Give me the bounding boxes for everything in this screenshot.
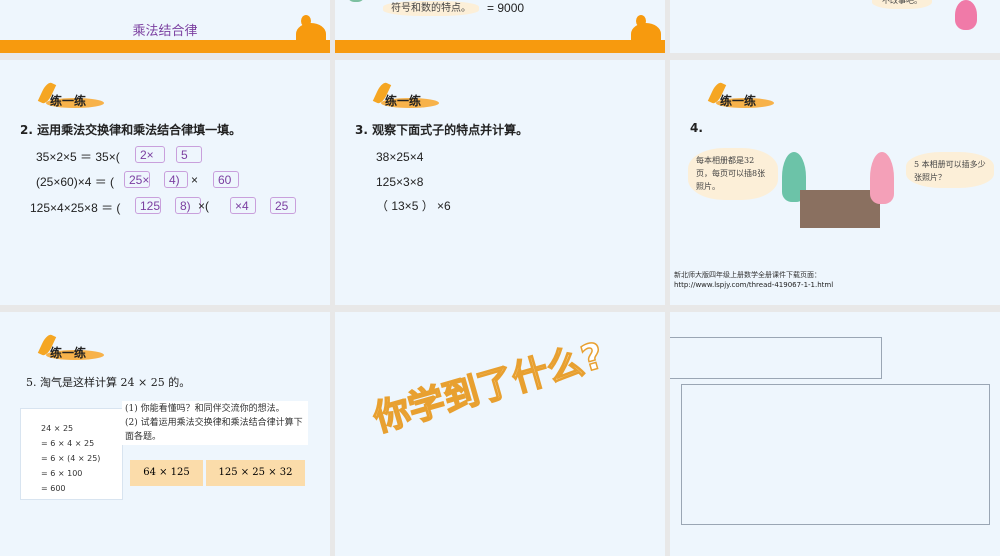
speech-bubble: 不改事吧。 — [872, 0, 932, 9]
answer-box[interactable]: ×4 — [230, 197, 256, 214]
operator: ×( — [198, 199, 210, 213]
question-text: 2. 运用乘法交换律和乘法结合律填一填。 — [20, 123, 242, 137]
answer-box[interactable]: 125 — [135, 197, 161, 214]
answer-box[interactable]: 25 — [270, 197, 296, 214]
equation: 35×2×5 ＝ 35×( — [36, 150, 120, 164]
question-text: 4. — [690, 121, 703, 135]
operator: × — [191, 173, 199, 187]
slide-thumbnail-7[interactable]: 练一练 5. 淘气是这样计算 24 × 25 的。 24 × 25 = 6 × 4… — [0, 312, 330, 556]
practice-badge: 练一练 — [372, 80, 439, 110]
decor — [636, 15, 646, 27]
result-text: = 9000 — [487, 1, 525, 15]
child-illustration — [347, 0, 365, 2]
decor — [631, 23, 661, 45]
slide-thumbnail-8[interactable]: 你学到了什么? — [335, 312, 665, 556]
empty-textbox[interactable] — [670, 337, 882, 379]
decor — [296, 23, 326, 45]
table-illustration — [800, 190, 880, 228]
slide-thumbnail-5[interactable]: 练一练 3. 观察下面式子的特点并计算。 38×25×4 125×3×8 （ 1… — [335, 60, 665, 305]
expression: 125×3×8 — [376, 175, 424, 189]
answer-box[interactable]: 25× — [124, 171, 150, 188]
answer-box[interactable]: 5 — [176, 146, 202, 163]
empty-textbox[interactable] — [681, 384, 990, 525]
note-card: 24 × 25 = 6 × 4 × 25 = 6 × (4 × 25) = 6 × 1… — [20, 408, 123, 500]
slide-thumbnail-9[interactable] — [670, 312, 1000, 556]
practice-badge: 练一练 — [37, 332, 104, 362]
expression: 38×25×4 — [376, 150, 424, 164]
slide-thumbnail-3[interactable]: 不改事吧。 — [670, 0, 1000, 53]
equation: (25×60)×4 ＝ ( — [36, 175, 115, 189]
decor — [301, 15, 311, 27]
speech-bubble: 符号和数的特点。 — [383, 1, 479, 16]
task-box: 64 × 125 — [130, 460, 203, 486]
footer-link[interactable]: http://www.lspjy.com/thread-419067-1-1.h… — [674, 281, 833, 289]
girl-illustration — [870, 152, 894, 204]
answer-box[interactable]: 4) — [164, 171, 188, 188]
speech-bubble-left: 每本相册都是32页，每页可以插8张照片。 — [688, 148, 778, 200]
question-text: 3. 观察下面式子的特点并计算。 — [355, 123, 529, 137]
task-box: 125 × 25 × 32 — [206, 460, 305, 486]
question-text: 5. 淘气是这样计算 24 × 25 的。 — [26, 376, 191, 389]
practice-badge: 练一练 — [37, 80, 104, 110]
art-title: 你学到了什么? — [368, 335, 609, 441]
orange-band — [335, 40, 665, 53]
equation: 125×4×25×8 ＝ ( — [30, 201, 121, 215]
speech-bubble-right: 5 本相册可以插多少张照片？ — [906, 152, 994, 188]
slide-thumbnail-2[interactable]: 符号和数的特点。 = 9000 — [335, 0, 665, 53]
slide-title: 乘法结合律 — [132, 24, 198, 39]
expression: （ 13×5 ） ×6 — [376, 199, 451, 213]
orange-band — [0, 40, 330, 53]
slide-thumbnail-6[interactable]: 练一练 4. 每本相册都是32页，每页可以插8张照片。 5 本相册可以插多少张照… — [670, 60, 1000, 305]
practice-badge: 练一练 — [707, 80, 774, 110]
slide-thumbnail-4[interactable]: 练一练 2. 运用乘法交换律和乘法结合律填一填。 35×2×5 ＝ 35×( 2… — [0, 60, 330, 305]
slide-thumbnail-1[interactable]: 乘法结合律 — [0, 0, 330, 53]
girl-illustration — [955, 0, 977, 30]
footer-text: 新北师大版四年级上册数学全册课件下载页面： — [674, 271, 821, 279]
answer-box[interactable]: 2× — [135, 146, 165, 163]
answer-box[interactable]: 60 — [213, 171, 239, 188]
sub-questions: (1) 你能看懂吗？和同伴交流你的想法。 (2) 试着运用乘法交换律和乘法结合律计… — [122, 401, 308, 445]
